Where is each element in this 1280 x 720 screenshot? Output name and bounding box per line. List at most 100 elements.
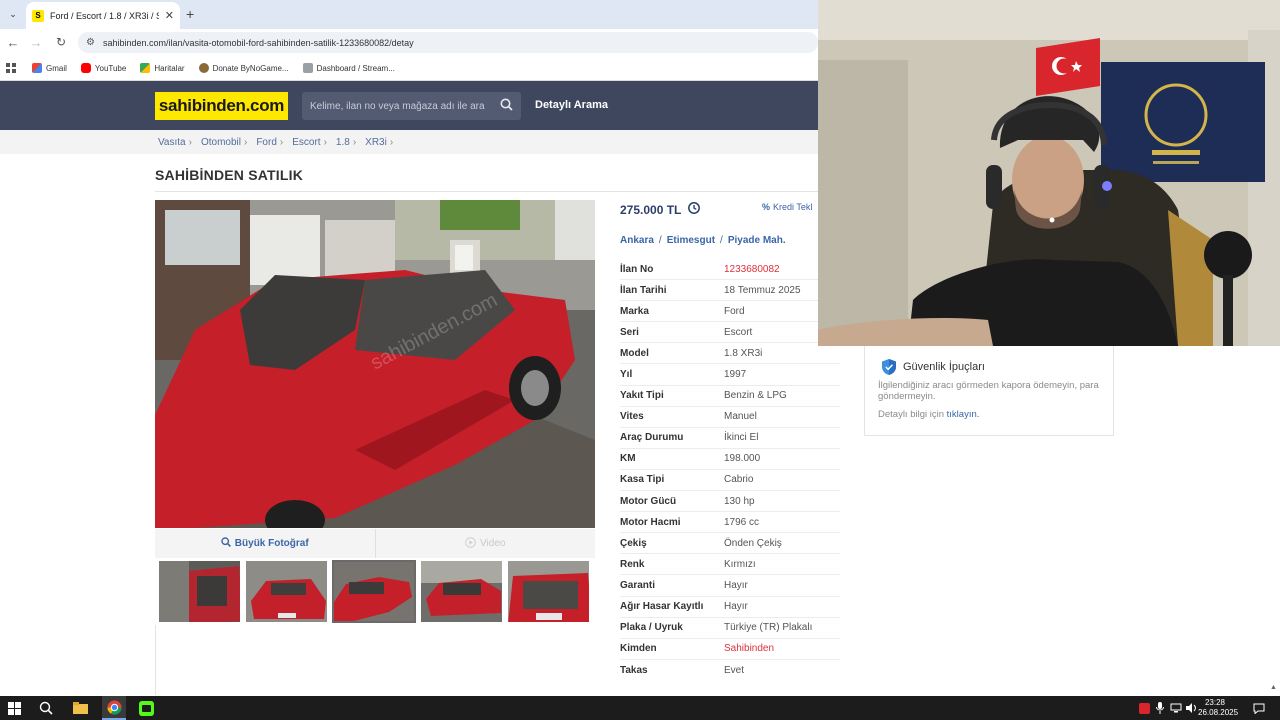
clock-date: 26.08.2025 (1198, 708, 1239, 717)
bookmark-maps[interactable]: Haritalar (140, 63, 185, 73)
file-explorer-icon[interactable] (68, 696, 92, 720)
windows-taskbar: 23:28 26.08.2025 (0, 696, 1280, 720)
spec-row: Motor Hacmi 1796 cc (620, 512, 840, 534)
spec-row: Yakıt Tipi Benzin & LPG (620, 386, 840, 407)
location-district[interactable]: Etimesgut (667, 235, 715, 246)
tab-search-chevron-icon[interactable]: ⌄ (6, 6, 20, 22)
price-history-icon[interactable] (687, 201, 701, 218)
video-button[interactable]: Video (376, 529, 596, 558)
streaming-app-icon[interactable] (134, 696, 158, 720)
security-tips-text: İlgilendiğiniz aracı görmeden kapora öde… (878, 380, 1099, 402)
main-car-photo[interactable]: sahibinden.com (155, 200, 595, 528)
bookmark-youtube[interactable]: YouTube (80, 63, 126, 73)
bookmark-dashboard[interactable]: Dashboard / Stream... (302, 63, 395, 73)
divider (155, 625, 156, 695)
browser-tab[interactable]: S Ford / Escort / 1.8 / XR3i / SAHİ ✕ (26, 2, 180, 29)
spec-row: Araç Durumu İkinci El (620, 428, 840, 449)
spec-label: Kimden (620, 643, 657, 655)
spec-label: Plaka / Uyruk (620, 622, 683, 634)
search-icon[interactable] (500, 98, 513, 114)
security-more-info: Detaylı bilgi için tıklayın. (878, 409, 979, 420)
new-tab-icon[interactable]: + (186, 6, 194, 22)
photo-thumbnail[interactable] (158, 560, 242, 623)
magnifier-icon (221, 537, 231, 550)
spec-value: İkinci El (724, 432, 759, 444)
breadcrumb-item[interactable]: 1.8 › (336, 137, 356, 148)
search-icon[interactable] (34, 696, 58, 720)
breadcrumb-item[interactable]: Otomobil › (201, 137, 247, 148)
spec-row: Garanti Hayır (620, 575, 840, 597)
breadcrumb-item[interactable]: Escort › (292, 137, 327, 148)
bookmark-label: Gmail (46, 63, 67, 73)
spec-value: Hayır (724, 579, 748, 591)
breadcrumb-item[interactable]: XR3i › (365, 137, 393, 148)
security-tips-card: Güvenlik İpuçları İlgilendiğiniz aracı g… (864, 346, 1114, 436)
spec-label: Yakıt Tipi (620, 390, 664, 402)
spec-label: Renk (620, 558, 645, 570)
scroll-down-arrow-icon[interactable]: ▲ (1270, 684, 1277, 691)
credit-offer-link[interactable]: % Kredi Tekl (762, 202, 812, 212)
forward-arrow-icon[interactable]: → (28, 34, 44, 50)
spec-value: 1233680082 (724, 263, 780, 275)
advanced-search-link[interactable]: Detaylı Arama (535, 99, 608, 111)
location-city[interactable]: Ankara (620, 235, 654, 246)
price: 275.000 TL (620, 201, 701, 218)
spec-value: Evet (724, 664, 745, 676)
bookmark-gmail[interactable]: Gmail (32, 63, 67, 73)
spec-label: Ağır Hasar Kayıtlı (620, 601, 704, 613)
taskbar-clock[interactable]: 23:28 26.08.2025 (1198, 698, 1239, 718)
photo-thumbnail[interactable] (245, 560, 329, 623)
spec-row: İlan No 1233680082 (620, 259, 840, 281)
donate-icon (198, 63, 209, 73)
tab-title: Ford / Escort / 1.8 / XR3i / SAHİ (50, 10, 159, 21)
close-tab-icon[interactable]: ✕ (165, 9, 174, 22)
site-header: sahibinden.com Kelime, ilan no veya mağa… (0, 81, 818, 130)
spec-value: Sahibinden (724, 643, 775, 655)
photo-thumbnail[interactable] (506, 560, 591, 623)
page-title: SAHİBİNDEN SATILIK (155, 167, 304, 183)
breadcrumb-item[interactable]: Ford › (256, 137, 283, 148)
spec-row: Plaka / Uyruk Türkiye (TR) Plakalı (620, 618, 840, 639)
spec-label: Takas (620, 664, 648, 676)
chrome-taskbar-icon[interactable] (102, 696, 126, 720)
spec-row: KM 198.000 (620, 449, 840, 470)
location-breadcrumb: Ankara / Etimesgut / Piyade Mah. (620, 235, 786, 246)
windows-start-icon[interactable] (2, 696, 26, 720)
site-info-icon[interactable]: ⚙ (86, 37, 95, 48)
spec-value: Escort (724, 326, 753, 338)
search-input[interactable]: Kelime, ilan no veya mağaza adı ile ara (302, 92, 521, 120)
photo-thumbnail-selected[interactable] (332, 560, 416, 623)
location-neighborhood[interactable]: Piyade Mah. (728, 235, 786, 246)
spec-value: Kırmızı (724, 558, 756, 570)
reload-icon[interactable]: ↻ (53, 34, 69, 50)
gmail-icon (32, 63, 42, 73)
photo-thumbnail[interactable] (419, 560, 503, 623)
site-logo[interactable]: sahibinden.com (155, 92, 288, 120)
spec-label: Yıl (620, 369, 633, 381)
spec-row: Kasa Tipi Cabrio (620, 470, 840, 492)
spec-table: İlan No 1233680082 İlan Tarihi 18 Temmuz 2… (620, 259, 840, 681)
spec-row: Renk Kırmızı (620, 554, 840, 576)
address-bar[interactable]: ⚙ sahibinden.com/ilan/vasita-otomobil-fo… (78, 32, 818, 53)
spec-label: KM (620, 453, 636, 465)
spec-label: Marka (620, 305, 649, 317)
spec-label: Seri (620, 326, 639, 338)
spec-label: Vites (620, 411, 644, 423)
spec-label: Garanti (620, 579, 656, 591)
spec-label: Araç Durumu (620, 432, 684, 444)
breadcrumb-item[interactable]: Vasıta › (158, 137, 192, 148)
back-arrow-icon[interactable]: ← (5, 34, 21, 50)
bookmark-label: Haritalar (154, 63, 185, 73)
breadcrumb: Vasıta › Otomobil › Ford › Escort › 1.8 › XR3… (0, 130, 818, 154)
more-info-prefix: Detaylı bilgi için (878, 409, 944, 420)
spec-label: Kasa Tipi (620, 474, 665, 486)
spec-label: Çekiş (620, 537, 647, 549)
big-photo-button[interactable]: Büyük Fotoğraf (155, 529, 376, 558)
security-more-link[interactable]: tıklayın. (947, 409, 980, 420)
spec-value: Ford (724, 305, 745, 317)
apps-grid-icon[interactable] (6, 63, 16, 73)
search-placeholder: Kelime, ilan no veya mağaza adı ile ara (310, 100, 485, 112)
bookmark-donate[interactable]: Donate ByNoGame... (198, 63, 289, 73)
youtube-icon (80, 63, 91, 73)
notification-icon[interactable] (1247, 696, 1271, 720)
